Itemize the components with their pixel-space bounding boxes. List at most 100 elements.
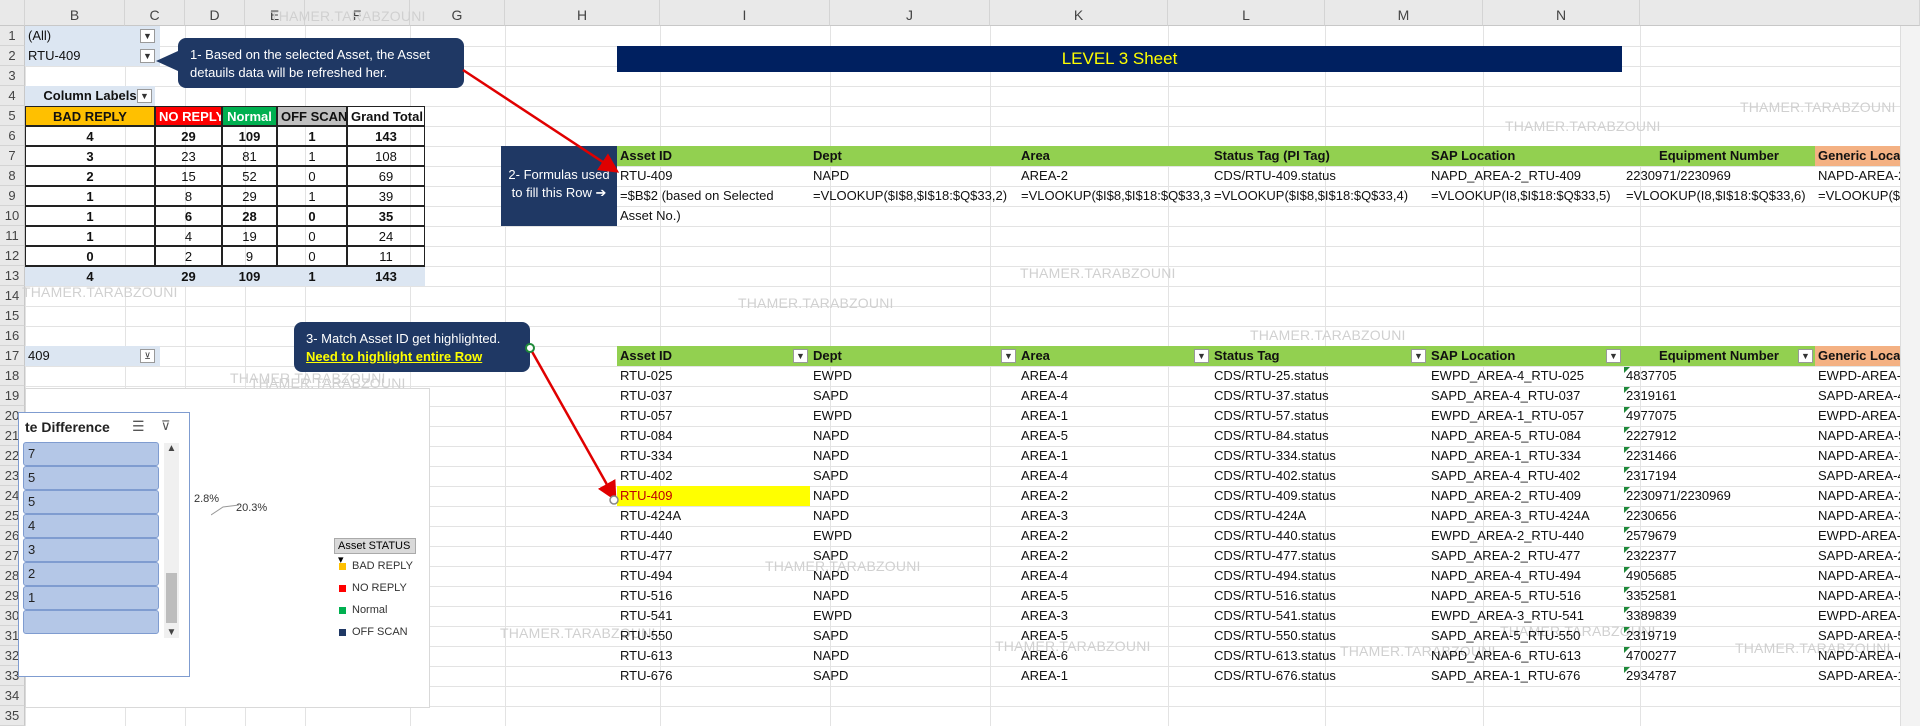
table-cell[interactable]: RTU-541 [617, 606, 810, 626]
table-cell[interactable]: 2322377 [1623, 546, 1815, 566]
column-header-d[interactable]: D [185, 0, 245, 26]
table-cell[interactable]: NAPD [810, 446, 1018, 466]
table-cell[interactable]: SAPD_AREA-4_RTU-402 [1428, 466, 1623, 486]
table-cell[interactable]: AREA-4 [1018, 566, 1211, 586]
table-filter-dropdown-5[interactable]: ▼ [1798, 349, 1813, 363]
table-cell[interactable]: RTU-025 [617, 366, 810, 386]
table-filter-dropdown-2[interactable]: ▼ [1194, 349, 1209, 363]
table-cell[interactable]: 3389839 [1623, 606, 1815, 626]
table-cell[interactable]: RTU-613 [617, 646, 810, 666]
row-header-11[interactable]: 11 [0, 226, 25, 246]
table-cell[interactable]: EWPD_AREA-2_RTU-440 [1428, 526, 1623, 546]
slicer-item-button[interactable]: 1 [23, 586, 159, 610]
table-cell[interactable]: AREA-1 [1018, 446, 1211, 466]
table-cell[interactable]: EWPD_AREA-4_RTU-025 [1428, 366, 1623, 386]
table-cell[interactable]: RTU-057 [617, 406, 810, 426]
table-cell[interactable]: 4977075 [1623, 406, 1815, 426]
table-cell[interactable]: 4700277 [1623, 646, 1815, 666]
table-cell[interactable]: AREA-1 [1018, 406, 1211, 426]
table-cell[interactable]: EWPD [810, 526, 1018, 546]
table-cell[interactable]: 4905685 [1623, 566, 1815, 586]
table-cell[interactable]: AREA-2 [1018, 546, 1211, 566]
scroll-up-icon[interactable]: ▲ [164, 443, 179, 454]
row-header-7[interactable]: 7 [0, 146, 25, 166]
slicer-item-button[interactable]: 2 [23, 562, 159, 586]
row-header-10[interactable]: 10 [0, 206, 25, 226]
table-cell[interactable]: CDS/RTU-402.status [1211, 466, 1428, 486]
table-filter-dropdown-4[interactable]: ▼ [1606, 349, 1621, 363]
table-cell[interactable]: RTU-676 [617, 666, 810, 686]
slicer-item-button[interactable]: 5 [23, 466, 159, 490]
row-header-3[interactable]: 3 [0, 66, 25, 86]
filter-dropdown-b1[interactable]: ▼ [140, 29, 155, 43]
table-cell[interactable]: CDS/RTU-424A [1211, 506, 1428, 526]
spreadsheet[interactable]: B C D E F G H I J K L M N 1 2 3 4 5 6 7 8 9 10 11 12 13 14 15 16 17 18… [0, 0, 1920, 726]
table-header-4[interactable]: SAP Location [1428, 346, 1623, 366]
table-cell[interactable]: AREA-5 [1018, 586, 1211, 606]
row-header-17[interactable]: 17 [0, 346, 25, 366]
table-cell[interactable]: RTU-440 [617, 526, 810, 546]
table-cell[interactable]: NAPD [810, 506, 1018, 526]
column-header-e[interactable]: E [245, 0, 305, 26]
slicer-panel[interactable]: te Difference ☰ ⊽ 7 5 5 4 3 2 1 ▲ ▼ [18, 412, 190, 677]
table-cell[interactable]: CDS/RTU-550.status [1211, 626, 1428, 646]
table-cell[interactable]: AREA-3 [1018, 506, 1211, 526]
table-cell[interactable]: CDS/RTU-37.status [1211, 386, 1428, 406]
scroll-thumb[interactable] [166, 573, 177, 623]
table-cell[interactable]: EWPD [810, 366, 1018, 386]
column-header-i[interactable]: I [660, 0, 830, 26]
row-header-13[interactable]: 13 [0, 266, 25, 286]
table-cell[interactable]: 2934787 [1623, 666, 1815, 686]
table-cell[interactable]: 4837705 [1623, 366, 1815, 386]
slicer-item-button[interactable] [23, 610, 159, 634]
column-header-k[interactable]: K [990, 0, 1168, 26]
row-header-5[interactable]: 5 [0, 106, 25, 126]
callout-3-link[interactable]: Need to highlight entire Row [306, 348, 518, 366]
table-header-3[interactable]: Status Tag [1211, 346, 1428, 366]
slicer-item-button[interactable]: 7 [23, 442, 159, 466]
row-header-1[interactable]: 1 [0, 26, 25, 46]
table-cell[interactable]: NAPD_AREA-3_RTU-424A [1428, 506, 1623, 526]
table-cell[interactable]: RTU-084 [617, 426, 810, 446]
column-header-f[interactable]: F [305, 0, 410, 26]
table-cell[interactable]: CDS/RTU-84.status [1211, 426, 1428, 446]
table-cell[interactable]: RTU-334 [617, 446, 810, 466]
table-cell[interactable]: AREA-2 [1018, 526, 1211, 546]
table-cell[interactable]: RTU-550 [617, 626, 810, 646]
table-filter-dropdown-1[interactable]: ▼ [1001, 349, 1016, 363]
column-header-o[interactable] [1640, 0, 1920, 26]
table-cell[interactable]: SAPD_AREA-1_RTU-676 [1428, 666, 1623, 686]
table-cell[interactable]: AREA-1 [1018, 666, 1211, 686]
table-cell[interactable]: CDS/RTU-25.status [1211, 366, 1428, 386]
table-cell[interactable]: CDS/RTU-409.status [1211, 486, 1428, 506]
multi-select-icon[interactable]: ☰ [132, 418, 145, 435]
table-cell[interactable]: 2230656 [1623, 506, 1815, 526]
table-cell[interactable]: RTU-516 [617, 586, 810, 606]
table-cell[interactable]: EWPD [810, 606, 1018, 626]
table-cell[interactable]: CDS/RTU-613.status [1211, 646, 1428, 666]
column-header-n[interactable]: N [1483, 0, 1640, 26]
row-header-35[interactable]: 35 [0, 706, 25, 726]
table-cell[interactable]: CDS/RTU-334.status [1211, 446, 1428, 466]
column-header-j[interactable]: J [830, 0, 990, 26]
table-header-1[interactable]: Dept [810, 346, 1018, 366]
row-header-8[interactable]: 8 [0, 166, 25, 186]
table-cell[interactable]: SAPD_AREA-5_RTU-550 [1428, 626, 1623, 646]
row-header-4[interactable]: 4 [0, 86, 25, 106]
table-cell[interactable]: AREA-5 [1018, 626, 1211, 646]
table-cell[interactable]: NAPD_AREA-2_RTU-409 [1428, 486, 1623, 506]
table-cell[interactable]: RTU-477 [617, 546, 810, 566]
table-cell[interactable]: 2317194 [1623, 466, 1815, 486]
row-header-19[interactable]: 19 [0, 386, 25, 406]
table-header-0[interactable]: Asset ID [617, 346, 810, 366]
table-header-5[interactable]: Equipment Number [1623, 346, 1815, 366]
column-header-b[interactable]: B [25, 0, 125, 26]
table-cell[interactable]: AREA-4 [1018, 386, 1211, 406]
table-cell[interactable]: NAPD [810, 566, 1018, 586]
row-header-14[interactable]: 14 [0, 286, 25, 306]
row-header-9[interactable]: 9 [0, 186, 25, 206]
pivot-column-dropdown[interactable]: ▼ [137, 89, 152, 103]
table-cell[interactable]: AREA-4 [1018, 366, 1211, 386]
table-cell[interactable]: AREA-6 [1018, 646, 1211, 666]
table-cell[interactable]: 3352581 [1623, 586, 1815, 606]
